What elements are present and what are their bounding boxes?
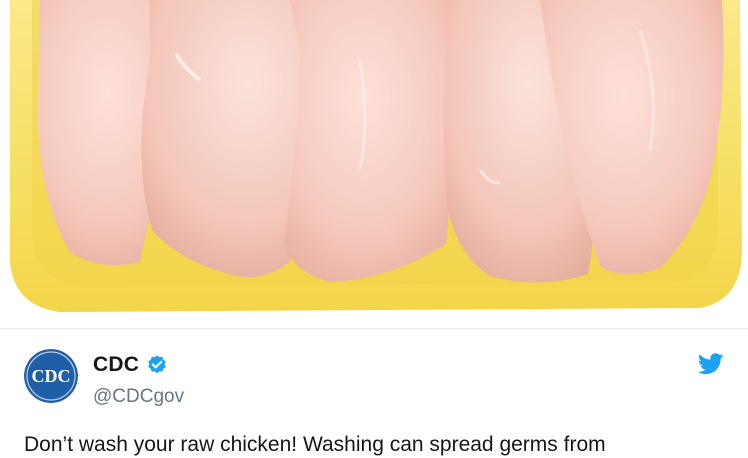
author-name-row[interactable]: CDC xyxy=(93,353,168,377)
twitter-bird-icon[interactable] xyxy=(698,353,724,375)
verified-badge-icon xyxy=(148,355,166,374)
tweet-card: CDC CDC @CDCgov Don’t wash your raw chic… xyxy=(0,329,748,456)
raw-chicken-photo xyxy=(0,0,748,330)
cdc-avatar[interactable]: CDC xyxy=(24,349,78,403)
author-display-name[interactable]: CDC xyxy=(93,353,139,377)
avatar-text: CDC xyxy=(32,366,71,386)
author-handle[interactable]: @CDCgov xyxy=(93,386,184,408)
tweet-text: Don’t wash your raw chicken! Washing can… xyxy=(24,433,606,456)
